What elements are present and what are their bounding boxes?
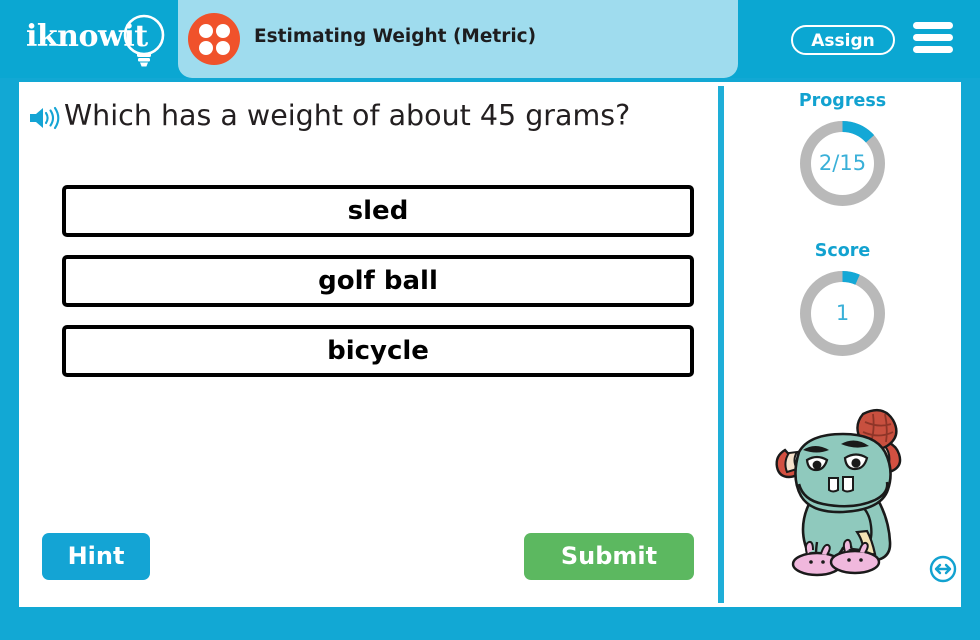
lesson-title-bar: Estimating Weight (Metric) — [178, 0, 738, 78]
answer-choice-2[interactable]: bicycle — [62, 325, 694, 377]
dot — [216, 41, 230, 55]
question-row: Which has a weight of about 45 grams? — [28, 94, 698, 142]
progress-meter: Progress 2/15 — [724, 90, 961, 210]
progress-label: Progress — [798, 91, 887, 111]
score-ring: 1 — [796, 267, 889, 360]
question-text: Which has a weight of about 45 grams? — [64, 99, 631, 132]
score-value: 1 — [835, 301, 850, 325]
answer-choice-label: bicycle — [327, 336, 429, 366]
lightbulb-icon — [123, 14, 165, 67]
content-card: Which has a weight of about 45 grams? sl… — [19, 82, 961, 607]
resize-horizontal-icon[interactable] — [929, 555, 957, 583]
app-header: iknowit Estimating Weight (Metric) Assig… — [0, 0, 980, 78]
four-dots-circle-icon — [188, 13, 240, 65]
iknowit-logo[interactable]: iknowit — [24, 12, 174, 70]
answer-choice-label: golf ball — [318, 266, 438, 296]
menu-bar — [913, 46, 953, 53]
progress-value: 2/15 — [818, 151, 867, 175]
score-meter: Score 1 — [724, 240, 961, 360]
hamburger-menu-icon[interactable] — [913, 22, 953, 56]
assign-button[interactable]: Assign — [791, 25, 895, 55]
progress-ring: 2/15 — [796, 117, 889, 210]
submit-button[interactable]: Submit — [524, 533, 694, 580]
menu-bar — [913, 22, 953, 29]
answer-choice-0[interactable]: sled — [62, 185, 694, 237]
status-sidebar: Progress 2/15 Score 1 — [724, 82, 961, 607]
dot — [199, 41, 213, 55]
answer-choice-1[interactable]: golf ball — [62, 255, 694, 307]
menu-bar — [913, 34, 953, 41]
monster-mascot — [775, 408, 902, 577]
hint-button[interactable]: Hint — [42, 533, 150, 580]
score-label: Score — [814, 241, 871, 261]
answer-choice-label: sled — [347, 196, 409, 226]
dot — [199, 24, 213, 38]
dot — [216, 24, 230, 38]
lesson-title: Estimating Weight (Metric) — [254, 26, 537, 47]
answer-choice-list: sled golf ball bicycle — [62, 185, 694, 395]
app-window: iknowit Estimating Weight (Metric) Assig… — [0, 0, 980, 640]
speaker-audio-icon[interactable] — [28, 105, 60, 131]
